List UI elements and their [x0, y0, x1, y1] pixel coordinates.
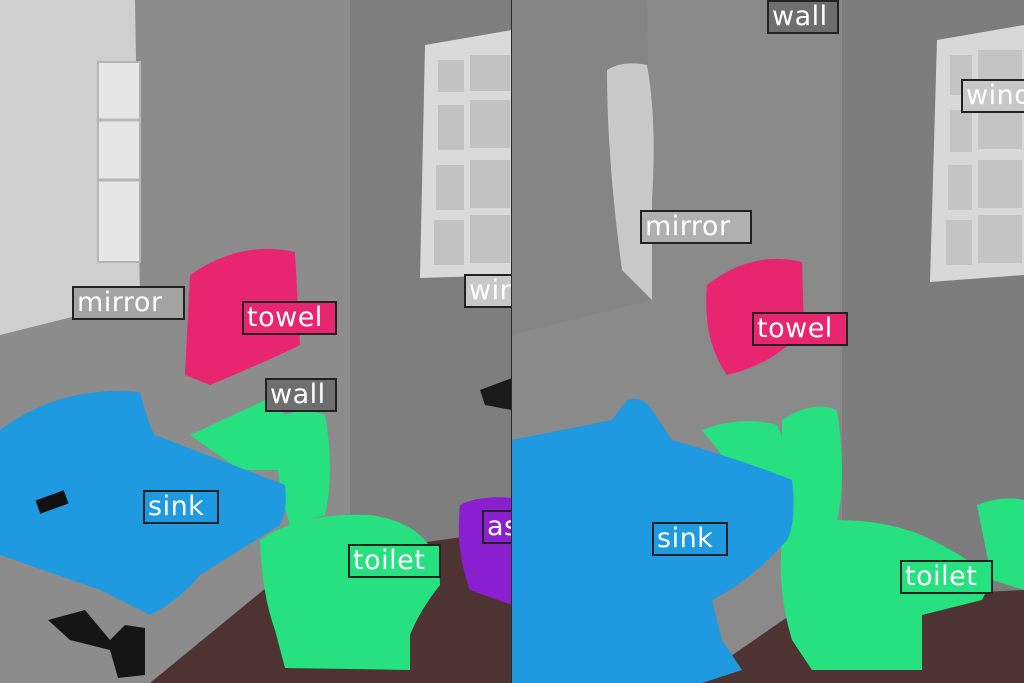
- label-mirror: mirror: [640, 210, 752, 244]
- label-sink: sink: [652, 522, 728, 556]
- label-mirror: mirror: [72, 286, 185, 320]
- label-toilet: toilet: [900, 560, 993, 594]
- label-toilet: toilet: [348, 544, 441, 578]
- mirror-reflection-window: [97, 61, 141, 263]
- label-towel: towel: [242, 301, 337, 335]
- left-scene: [0, 0, 512, 683]
- left-segmentation-panel: mirror towel wall sink toilet win as: [0, 0, 512, 683]
- window-mask: [930, 25, 1024, 282]
- label-wall: wall: [767, 0, 839, 34]
- label-sink: sink: [143, 490, 219, 524]
- label-partial-as: as: [482, 510, 512, 544]
- right-segmentation-panel: wall wind mirror towel sink toilet: [512, 0, 1024, 683]
- label-wall: wall: [265, 378, 337, 412]
- window-shape: [420, 30, 512, 278]
- segmentation-comparison: mirror towel wall sink toilet win as: [0, 0, 1024, 683]
- label-towel: towel: [752, 312, 848, 346]
- label-window-partial: win: [464, 274, 512, 308]
- label-window-partial: wind: [961, 79, 1024, 113]
